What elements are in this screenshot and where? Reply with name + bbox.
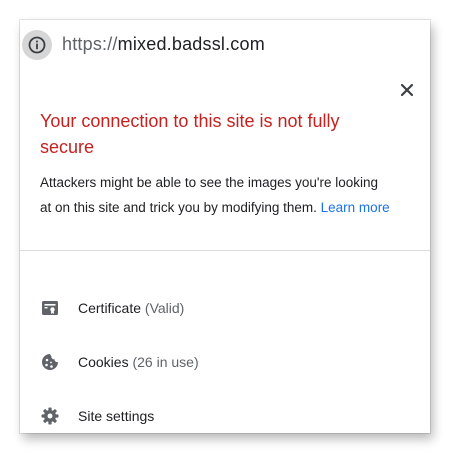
certificate-status: (Valid) <box>144 300 185 316</box>
learn-more-link[interactable]: Learn more <box>321 200 390 215</box>
address-bar[interactable]: https://mixed.badssl.com <box>20 20 430 68</box>
cookies-text: Cookies <box>78 354 129 370</box>
close-icon <box>400 83 414 97</box>
cookies-count: (26 in use) <box>132 354 199 370</box>
close-button[interactable] <box>397 80 417 100</box>
divider <box>20 250 430 251</box>
cookies-label: Cookies (26 in use) <box>78 354 199 370</box>
url-text[interactable]: https://mixed.badssl.com <box>62 34 265 55</box>
certificate-icon <box>42 301 58 315</box>
site-settings-label: Site settings <box>78 408 155 424</box>
info-icon <box>28 36 46 54</box>
security-warning-title: Your connection to this site is not full… <box>40 111 340 157</box>
gear-icon <box>41 407 59 425</box>
cookies-row[interactable]: Cookies (26 in use) <box>20 342 430 382</box>
security-warning-description: Attackers might be able to see the image… <box>40 170 390 220</box>
certificate-label: Certificate (Valid) <box>78 300 184 316</box>
site-info-popup: Your connection to this site is not full… <box>20 68 430 433</box>
site-info-button[interactable] <box>22 30 52 60</box>
site-settings-row[interactable]: Site settings <box>20 396 430 433</box>
site-info-window: https://mixed.badssl.com Your connection… <box>20 20 430 433</box>
url-scheme: https:// <box>62 34 118 54</box>
url-host: mixed.badssl.com <box>117 34 265 54</box>
cookie-icon <box>42 354 58 370</box>
certificate-text: Certificate <box>78 300 142 316</box>
certificate-row[interactable]: Certificate (Valid) <box>20 288 430 328</box>
